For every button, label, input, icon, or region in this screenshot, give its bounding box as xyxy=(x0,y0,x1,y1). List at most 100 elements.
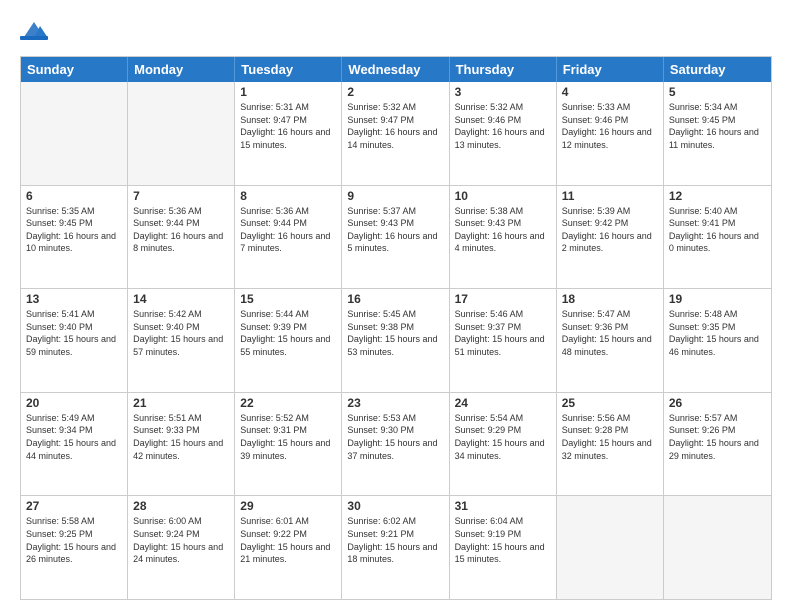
calendar: SundayMondayTuesdayWednesdayThursdayFrid… xyxy=(20,56,772,600)
day-number: 22 xyxy=(240,396,336,410)
calendar-cell: 6 Sunrise: 5:35 AM Sunset: 9:45 PM Daylig… xyxy=(21,186,128,289)
cell-info: Sunrise: 5:37 AM Sunset: 9:43 PM Dayligh… xyxy=(347,205,443,255)
calendar-cell: 14 Sunrise: 5:42 AM Sunset: 9:40 PM Dayli… xyxy=(128,289,235,392)
calendar-cell: 15Sunrise: 5:44 AM Sunset: 9:39 PM Dayli… xyxy=(235,289,342,392)
cell-info: Sunrise: 5:32 AM Sunset: 9:46 PM Dayligh… xyxy=(455,101,551,151)
calendar-cell: 22 Sunrise: 5:52 AM Sunset: 9:31 PM Dayli… xyxy=(235,393,342,496)
day-number: 16 xyxy=(347,292,443,306)
day-number: 5 xyxy=(669,85,766,99)
calendar-cell: 24Sunrise: 5:54 AM Sunset: 9:29 PM Dayli… xyxy=(450,393,557,496)
calendar-cell: 3 Sunrise: 5:32 AM Sunset: 9:46 PM Daylig… xyxy=(450,82,557,185)
day-number: 24 xyxy=(455,396,551,410)
calendar-row-5: 27Sunrise: 5:58 AM Sunset: 9:25 PM Dayli… xyxy=(21,496,771,599)
calendar-cell: 9 Sunrise: 5:37 AM Sunset: 9:43 PM Daylig… xyxy=(342,186,449,289)
logo xyxy=(20,18,52,46)
day-number: 14 xyxy=(133,292,229,306)
calendar-cell: 28 Sunrise: 6:00 AM Sunset: 9:24 PM Dayli… xyxy=(128,496,235,599)
calendar-cell: 17 Sunrise: 5:46 AM Sunset: 9:37 PM Dayli… xyxy=(450,289,557,392)
calendar-cell: 23 Sunrise: 5:53 AM Sunset: 9:30 PM Dayli… xyxy=(342,393,449,496)
header-day-friday: Friday xyxy=(557,57,664,82)
day-number: 11 xyxy=(562,189,658,203)
cell-info: Sunrise: 5:31 AM Sunset: 9:47 PM Dayligh… xyxy=(240,101,336,151)
cell-info: Sunrise: 5:36 AM Sunset: 9:44 PM Dayligh… xyxy=(240,205,336,255)
header-day-saturday: Saturday xyxy=(664,57,771,82)
cell-info: Sunrise: 5:41 AM Sunset: 9:40 PM Dayligh… xyxy=(26,308,122,358)
calendar-cell: 12Sunrise: 5:40 AM Sunset: 9:41 PM Dayli… xyxy=(664,186,771,289)
cell-info: Sunrise: 5:46 AM Sunset: 9:37 PM Dayligh… xyxy=(455,308,551,358)
day-number: 18 xyxy=(562,292,658,306)
header-day-wednesday: Wednesday xyxy=(342,57,449,82)
day-number: 1 xyxy=(240,85,336,99)
day-number: 13 xyxy=(26,292,122,306)
cell-info: Sunrise: 5:51 AM Sunset: 9:33 PM Dayligh… xyxy=(133,412,229,462)
cell-info: Sunrise: 6:01 AM Sunset: 9:22 PM Dayligh… xyxy=(240,515,336,565)
day-number: 27 xyxy=(26,499,122,513)
cell-info: Sunrise: 6:02 AM Sunset: 9:21 PM Dayligh… xyxy=(347,515,443,565)
header xyxy=(20,18,772,46)
cell-info: Sunrise: 6:04 AM Sunset: 9:19 PM Dayligh… xyxy=(455,515,551,565)
calendar-cell: 13 Sunrise: 5:41 AM Sunset: 9:40 PM Dayli… xyxy=(21,289,128,392)
day-number: 29 xyxy=(240,499,336,513)
calendar-row-2: 6 Sunrise: 5:35 AM Sunset: 9:45 PM Daylig… xyxy=(21,186,771,290)
cell-info: Sunrise: 5:35 AM Sunset: 9:45 PM Dayligh… xyxy=(26,205,122,255)
cell-info: Sunrise: 5:57 AM Sunset: 9:26 PM Dayligh… xyxy=(669,412,766,462)
calendar-cell xyxy=(21,82,128,185)
day-number: 23 xyxy=(347,396,443,410)
cell-info: Sunrise: 5:34 AM Sunset: 9:45 PM Dayligh… xyxy=(669,101,766,151)
calendar-cell: 5 Sunrise: 5:34 AM Sunset: 9:45 PM Daylig… xyxy=(664,82,771,185)
cell-info: Sunrise: 5:32 AM Sunset: 9:47 PM Dayligh… xyxy=(347,101,443,151)
calendar-cell: 10 Sunrise: 5:38 AM Sunset: 9:43 PM Dayli… xyxy=(450,186,557,289)
cell-info: Sunrise: 5:42 AM Sunset: 9:40 PM Dayligh… xyxy=(133,308,229,358)
day-number: 3 xyxy=(455,85,551,99)
calendar-body: 1 Sunrise: 5:31 AM Sunset: 9:47 PM Daylig… xyxy=(21,82,771,599)
day-number: 7 xyxy=(133,189,229,203)
cell-info: Sunrise: 5:49 AM Sunset: 9:34 PM Dayligh… xyxy=(26,412,122,462)
calendar-cell: 31 Sunrise: 6:04 AM Sunset: 9:19 PM Dayli… xyxy=(450,496,557,599)
calendar-cell: 25Sunrise: 5:56 AM Sunset: 9:28 PM Dayli… xyxy=(557,393,664,496)
cell-info: Sunrise: 5:48 AM Sunset: 9:35 PM Dayligh… xyxy=(669,308,766,358)
calendar-cell: 20 Sunrise: 5:49 AM Sunset: 9:34 PM Dayli… xyxy=(21,393,128,496)
day-number: 2 xyxy=(347,85,443,99)
cell-info: Sunrise: 5:53 AM Sunset: 9:30 PM Dayligh… xyxy=(347,412,443,462)
day-number: 20 xyxy=(26,396,122,410)
calendar-row-3: 13 Sunrise: 5:41 AM Sunset: 9:40 PM Dayli… xyxy=(21,289,771,393)
calendar-cell: 21 Sunrise: 5:51 AM Sunset: 9:33 PM Dayli… xyxy=(128,393,235,496)
calendar-cell: 4Sunrise: 5:33 AM Sunset: 9:46 PM Daylig… xyxy=(557,82,664,185)
cell-info: Sunrise: 5:40 AM Sunset: 9:41 PM Dayligh… xyxy=(669,205,766,255)
header-day-sunday: Sunday xyxy=(21,57,128,82)
calendar-header: SundayMondayTuesdayWednesdayThursdayFrid… xyxy=(21,57,771,82)
day-number: 6 xyxy=(26,189,122,203)
calendar-cell: 11 Sunrise: 5:39 AM Sunset: 9:42 PM Dayli… xyxy=(557,186,664,289)
calendar-cell: 2 Sunrise: 5:32 AM Sunset: 9:47 PM Daylig… xyxy=(342,82,449,185)
cell-info: Sunrise: 5:39 AM Sunset: 9:42 PM Dayligh… xyxy=(562,205,658,255)
calendar-cell: 29 Sunrise: 6:01 AM Sunset: 9:22 PM Dayli… xyxy=(235,496,342,599)
day-number: 30 xyxy=(347,499,443,513)
calendar-cell xyxy=(557,496,664,599)
calendar-cell: 26Sunrise: 5:57 AM Sunset: 9:26 PM Dayli… xyxy=(664,393,771,496)
day-number: 4 xyxy=(562,85,658,99)
calendar-cell: 1 Sunrise: 5:31 AM Sunset: 9:47 PM Daylig… xyxy=(235,82,342,185)
day-number: 21 xyxy=(133,396,229,410)
day-number: 10 xyxy=(455,189,551,203)
calendar-cell: 30 Sunrise: 6:02 AM Sunset: 9:21 PM Dayli… xyxy=(342,496,449,599)
calendar-cell: 19Sunrise: 5:48 AM Sunset: 9:35 PM Dayli… xyxy=(664,289,771,392)
calendar-row-1: 1 Sunrise: 5:31 AM Sunset: 9:47 PM Daylig… xyxy=(21,82,771,186)
calendar-cell: 18 Sunrise: 5:47 AM Sunset: 9:36 PM Dayli… xyxy=(557,289,664,392)
calendar-cell xyxy=(128,82,235,185)
day-number: 25 xyxy=(562,396,658,410)
day-number: 9 xyxy=(347,189,443,203)
calendar-cell: 27Sunrise: 5:58 AM Sunset: 9:25 PM Dayli… xyxy=(21,496,128,599)
calendar-cell: 7Sunrise: 5:36 AM Sunset: 9:44 PM Daylig… xyxy=(128,186,235,289)
day-number: 17 xyxy=(455,292,551,306)
cell-info: Sunrise: 5:38 AM Sunset: 9:43 PM Dayligh… xyxy=(455,205,551,255)
calendar-cell: 16Sunrise: 5:45 AM Sunset: 9:38 PM Dayli… xyxy=(342,289,449,392)
day-number: 28 xyxy=(133,499,229,513)
calendar-cell xyxy=(664,496,771,599)
page: SundayMondayTuesdayWednesdayThursdayFrid… xyxy=(0,0,792,612)
cell-info: Sunrise: 5:47 AM Sunset: 9:36 PM Dayligh… xyxy=(562,308,658,358)
day-number: 31 xyxy=(455,499,551,513)
header-day-monday: Monday xyxy=(128,57,235,82)
cell-info: Sunrise: 5:52 AM Sunset: 9:31 PM Dayligh… xyxy=(240,412,336,462)
header-day-thursday: Thursday xyxy=(450,57,557,82)
cell-info: Sunrise: 6:00 AM Sunset: 9:24 PM Dayligh… xyxy=(133,515,229,565)
